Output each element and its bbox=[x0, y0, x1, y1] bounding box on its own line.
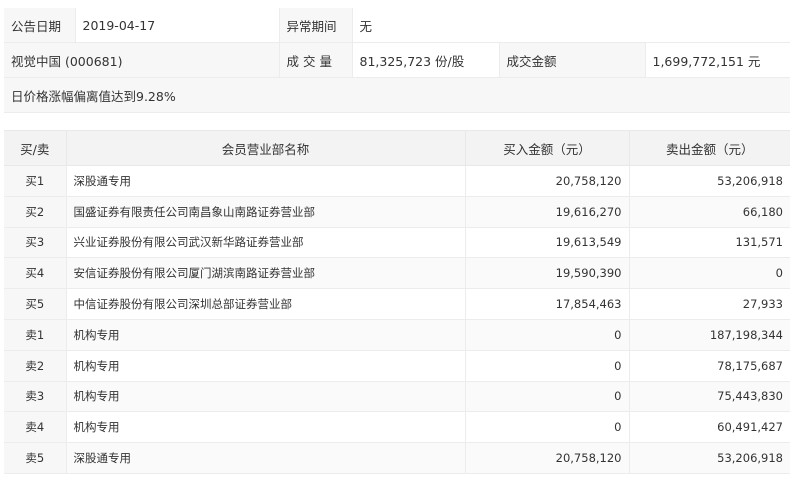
buy-amount-cell: 0 bbox=[465, 350, 630, 382]
table-row: 买5 中信证券股份有限公司深圳总部证券营业部 17,854,463 27,933 bbox=[4, 288, 790, 320]
table-row: 买2 国盛证券有限责任公司南昌象山南路证券营业部 19,616,270 66,180 bbox=[4, 196, 790, 228]
buy-amount-cell: 19,616,270 bbox=[465, 196, 630, 228]
branch-name-cell: 安信证券股份有限公司厦门湖滨南路证券营业部 bbox=[66, 257, 466, 290]
side-cell: 买1 bbox=[4, 165, 67, 197]
branch-name-cell: 机构专用 bbox=[66, 411, 466, 444]
stock-name: 视觉中国 (000681) bbox=[4, 42, 280, 78]
table-row: 卖5 深股通专用 20,758,120 53,206,918 bbox=[4, 442, 790, 474]
side-cell: 卖2 bbox=[4, 350, 67, 382]
buy-amount-cell: 0 bbox=[465, 411, 630, 444]
buy-amount-cell: 17,854,463 bbox=[465, 288, 630, 320]
sell-amount-cell: 78,175,687 bbox=[629, 350, 790, 382]
header-buy-amount: 买入金额（元） bbox=[465, 130, 630, 166]
branch-name-cell: 机构专用 bbox=[66, 381, 466, 413]
side-cell: 买5 bbox=[4, 288, 67, 320]
branch-name-cell: 国盛证券有限责任公司南昌象山南路证券营业部 bbox=[66, 196, 466, 228]
buy-amount-cell: 20,758,120 bbox=[465, 442, 630, 474]
side-cell: 买4 bbox=[4, 257, 67, 290]
listing-reason: 日价格涨幅偏离值达到9.28% bbox=[4, 77, 790, 113]
table-row: 卖4 机构专用 0 60,491,427 bbox=[4, 411, 790, 444]
branch-name-cell: 兴业证券股份有限公司武汉新华路证券营业部 bbox=[66, 227, 466, 259]
table-row: 卖2 机构专用 0 78,175,687 bbox=[4, 350, 790, 382]
side-cell: 买2 bbox=[4, 196, 67, 228]
branch-name-cell: 机构专用 bbox=[66, 319, 466, 351]
abnormal-period-label: 异常期间 bbox=[279, 8, 353, 43]
table-row: 买3 兴业证券股份有限公司武汉新华路证券营业部 19,613,549 131,571 bbox=[4, 227, 790, 259]
header-sell-amount: 卖出金额（元） bbox=[629, 130, 790, 166]
sell-amount-cell: 60,491,427 bbox=[629, 411, 790, 444]
trading-seats-table: 买/卖 会员营业部名称 买入金额（元） 卖出金额（元） 买1 深股通专用 20,75… bbox=[4, 130, 790, 474]
turnover-value: 1,699,772,151 元 bbox=[645, 42, 790, 78]
announce-date-label: 公告日期 bbox=[4, 8, 76, 43]
branch-name-cell: 深股通专用 bbox=[66, 165, 466, 197]
sell-amount-cell: 66,180 bbox=[629, 196, 790, 228]
volume-value: 81,325,723 份/股 bbox=[352, 42, 500, 78]
side-cell: 卖1 bbox=[4, 319, 67, 351]
info-row-reason: 日价格涨幅偏离值达到9.28% bbox=[4, 77, 790, 113]
table-row: 卖1 机构专用 0 187,198,344 bbox=[4, 319, 790, 351]
table-body: 买1 深股通专用 20,758,120 53,206,918 买2 国盛证券有限责任公司南… bbox=[4, 165, 790, 474]
sell-amount-cell: 75,443,830 bbox=[629, 381, 790, 413]
sell-amount-cell: 0 bbox=[629, 257, 790, 290]
side-cell: 买3 bbox=[4, 227, 67, 259]
sell-amount-cell: 131,571 bbox=[629, 227, 790, 259]
announcement-info-table: 公告日期 2019-04-17 异常期间 无 视觉中国 (000681) 成 交… bbox=[4, 8, 790, 113]
side-cell: 卖4 bbox=[4, 411, 67, 444]
header-side: 买/卖 bbox=[4, 130, 67, 166]
header-branch-name: 会员营业部名称 bbox=[66, 130, 466, 166]
buy-amount-cell: 20,758,120 bbox=[465, 165, 630, 197]
buy-amount-cell: 0 bbox=[465, 381, 630, 413]
page: 公告日期 2019-04-17 异常期间 无 视觉中国 (000681) 成 交… bbox=[0, 0, 800, 481]
sell-amount-cell: 53,206,918 bbox=[629, 165, 790, 197]
info-row-date: 公告日期 2019-04-17 异常期间 无 bbox=[4, 8, 790, 43]
announce-date-value: 2019-04-17 bbox=[75, 8, 280, 43]
info-row-volume: 视觉中国 (000681) 成 交 量 81,325,723 份/股 成交金额 … bbox=[4, 42, 790, 78]
sell-amount-cell: 53,206,918 bbox=[629, 442, 790, 474]
buy-amount-cell: 19,613,549 bbox=[465, 227, 630, 259]
buy-amount-cell: 19,590,390 bbox=[465, 257, 630, 290]
side-cell: 卖5 bbox=[4, 442, 67, 474]
sell-amount-cell: 27,933 bbox=[629, 288, 790, 320]
branch-name-cell: 中信证券股份有限公司深圳总部证券营业部 bbox=[66, 288, 466, 320]
turnover-label: 成交金额 bbox=[499, 42, 646, 78]
abnormal-period-value: 无 bbox=[352, 8, 790, 43]
branch-name-cell: 机构专用 bbox=[66, 350, 466, 382]
table-row: 买1 深股通专用 20,758,120 53,206,918 bbox=[4, 165, 790, 197]
table-row: 卖3 机构专用 0 75,443,830 bbox=[4, 381, 790, 413]
sell-amount-cell: 187,198,344 bbox=[629, 319, 790, 351]
table-header-row: 买/卖 会员营业部名称 买入金额（元） 卖出金额（元） bbox=[4, 130, 790, 166]
table-row: 买4 安信证券股份有限公司厦门湖滨南路证券营业部 19,590,390 0 bbox=[4, 257, 790, 290]
buy-amount-cell: 0 bbox=[465, 319, 630, 351]
side-cell: 卖3 bbox=[4, 381, 67, 413]
volume-label: 成 交 量 bbox=[279, 42, 353, 78]
branch-name-cell: 深股通专用 bbox=[66, 442, 466, 474]
